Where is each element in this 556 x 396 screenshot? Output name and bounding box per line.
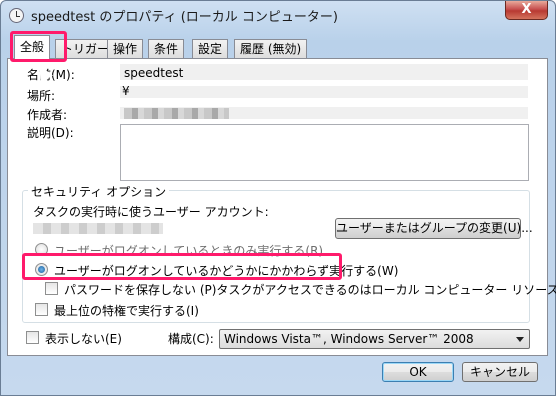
title-bar[interactable]: speedtest のプロパティ (ローカル コンピューター) X <box>1 1 555 29</box>
chevron-down-icon <box>516 337 524 342</box>
author-label: 作成者: <box>27 108 68 122</box>
change-user-button[interactable]: ユーザーまたはグループの変更(U)... <box>335 218 533 239</box>
highlight-run-whether-logged-on <box>22 253 342 280</box>
description-textarea[interactable] <box>120 124 529 181</box>
tab-settings[interactable]: 設定 <box>192 39 229 59</box>
tab-actions[interactable]: 操作 <box>107 39 144 59</box>
location-value: ¥ <box>122 84 130 98</box>
name-value: speedtest <box>124 66 184 80</box>
highest-privileges-checkbox[interactable] <box>35 303 48 316</box>
tab-conditions[interactable]: 条件 <box>148 39 185 59</box>
description-label: 説明(D): <box>27 126 74 140</box>
location-label: 場所: <box>27 89 56 103</box>
dont-store-password-label: パスワードを保存しない (P)タスクがアクセスできるのはローカル コンピューター… <box>64 283 556 297</box>
configure-select-value: Windows Vista™, Windows Server™ 2008 <box>224 332 474 346</box>
ok-button[interactable]: OK <box>382 362 454 382</box>
account-redacted <box>33 223 163 234</box>
security-group-title: セキュリティ オプション <box>28 183 170 200</box>
dont-store-password-checkbox[interactable] <box>45 282 58 295</box>
author-redacted <box>124 108 229 119</box>
account-prompt: タスクの実行時に使うユーザー アカウント: <box>33 205 269 219</box>
location-field <box>120 86 528 98</box>
hidden-checkbox[interactable] <box>26 331 39 344</box>
clock-icon <box>9 8 24 23</box>
highlight-general-tab <box>10 31 67 62</box>
window-title: speedtest のプロパティ (ローカル コンピューター) <box>31 10 338 25</box>
hidden-label: 表示しない(E) <box>45 332 122 346</box>
tab-history[interactable]: 履歴 (無効) <box>234 39 308 59</box>
highest-privileges-label: 最上位の特権で実行する(I) <box>54 304 199 318</box>
configure-label: 構成(C): <box>168 332 214 346</box>
cancel-button[interactable]: キャンセル <box>462 362 538 382</box>
close-button[interactable]: X <box>505 1 548 20</box>
configure-select[interactable]: Windows Vista™, Windows Server™ 2008 <box>219 329 530 349</box>
